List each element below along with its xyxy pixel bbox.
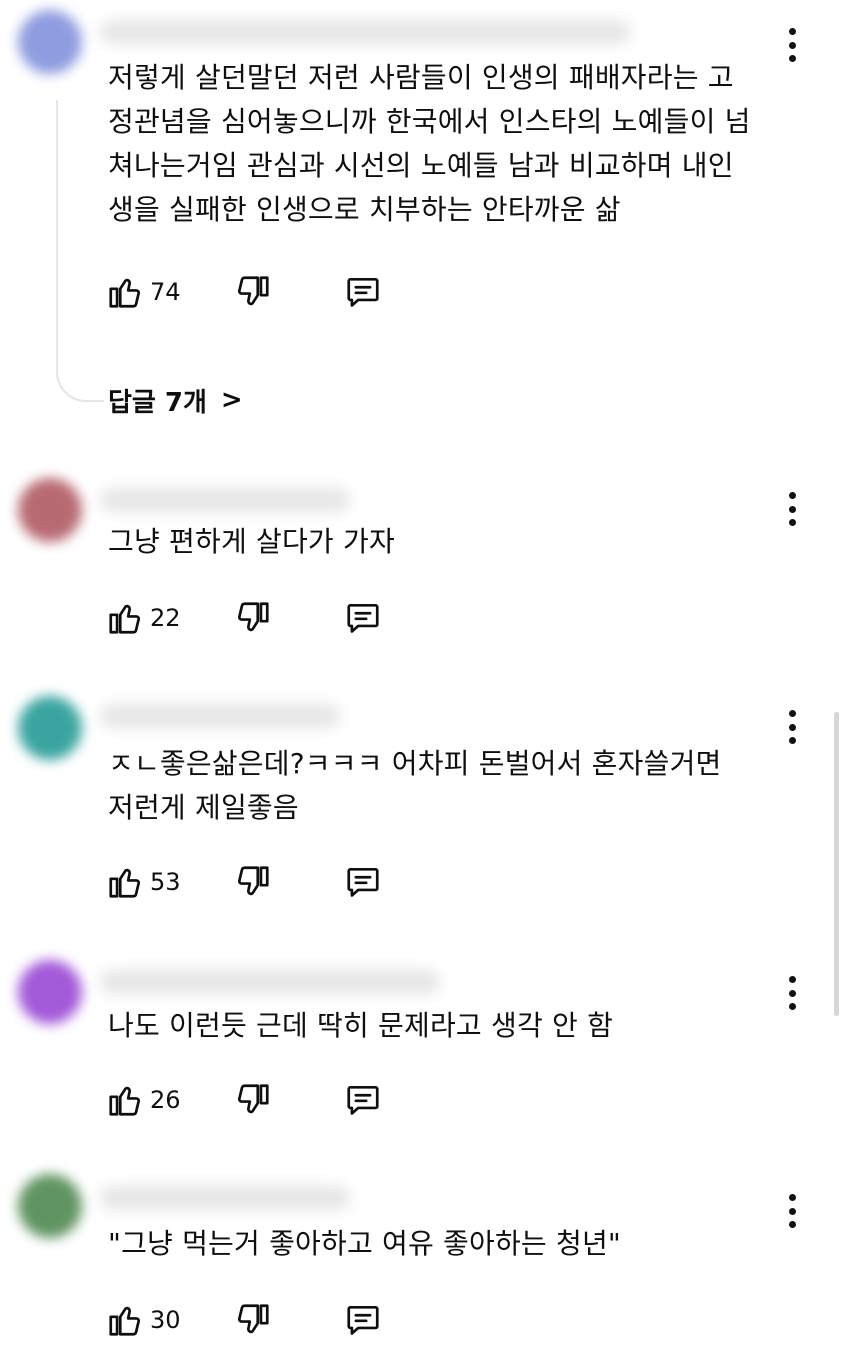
reply-button[interactable]	[344, 1080, 382, 1120]
reply-button[interactable]	[344, 272, 382, 312]
avatar[interactable]	[18, 960, 82, 1024]
comment-icon	[344, 599, 382, 637]
comment-actions: 30	[106, 1300, 406, 1340]
avatar[interactable]	[18, 696, 82, 760]
author-name-blurred	[100, 488, 350, 512]
like-count: 26	[150, 1086, 181, 1114]
author-name-blurred	[100, 970, 440, 994]
reply-button[interactable]	[344, 862, 382, 902]
thumb-up-icon	[106, 1081, 144, 1119]
like-count: 74	[150, 278, 181, 306]
comment-actions: 26	[106, 1080, 406, 1120]
comment-text: "그냥 먹는거 좋아하고 여유 좋아하는 청년"	[108, 1227, 621, 1260]
comment-icon	[344, 273, 382, 311]
thumb-down-icon	[234, 863, 272, 901]
avatar[interactable]	[18, 10, 82, 74]
like-button[interactable]: 26	[106, 1080, 181, 1120]
thumb-up-icon	[106, 1301, 144, 1339]
comment-icon	[344, 1081, 382, 1119]
dislike-button[interactable]	[234, 1080, 272, 1120]
comment-icon	[344, 863, 382, 901]
comment-text: 그냥 편하게 살다가 가자	[108, 525, 395, 558]
dislike-button[interactable]	[234, 1300, 272, 1340]
like-count: 53	[150, 868, 181, 896]
dislike-button[interactable]	[234, 598, 272, 638]
comment-text: 나도 이런듯 근데 딱히 문제라고 생각 안 함	[108, 1009, 614, 1042]
thread-connector-line	[56, 100, 104, 402]
comment-icon	[344, 1301, 382, 1339]
thumb-up-icon	[106, 599, 144, 637]
author-name-blurred	[100, 704, 340, 728]
replies-label: 답글 7개	[108, 387, 207, 418]
reply-button[interactable]	[344, 1300, 382, 1340]
avatar[interactable]	[18, 1174, 82, 1238]
thumb-down-icon	[234, 1081, 272, 1119]
reply-button[interactable]	[344, 598, 382, 638]
like-button[interactable]: 22	[106, 598, 181, 638]
comment-actions: 53	[106, 862, 406, 902]
comment-actions: 74	[106, 272, 406, 312]
thumb-down-icon	[234, 273, 272, 311]
like-button[interactable]: 53	[106, 862, 181, 902]
comment-text: 저렇게 살던말던 저런 사람들이 인생의 패배자라는 고 정관념을 심어놓으니까…	[108, 61, 751, 226]
like-count: 22	[150, 604, 181, 632]
thumb-down-icon	[234, 1301, 272, 1339]
author-name-blurred	[100, 1186, 350, 1210]
chevron-right-icon: >	[220, 385, 243, 415]
comment-text: ㅈㄴ좋은삶은데?ㅋㅋㅋ 어차피 돈벌어서 혼자쓸거면 저런게 제일좋음	[108, 747, 722, 824]
dislike-button[interactable]	[234, 272, 272, 312]
scrollbar[interactable]	[834, 712, 839, 1016]
thumb-up-icon	[106, 273, 144, 311]
view-replies-button[interactable]: 답글 7개 >	[108, 380, 243, 420]
like-count: 30	[150, 1306, 181, 1334]
like-button[interactable]: 30	[106, 1300, 181, 1340]
more-options-icon[interactable]	[778, 710, 806, 744]
avatar[interactable]	[18, 478, 82, 542]
comment-actions: 22	[106, 598, 406, 638]
dislike-button[interactable]	[234, 862, 272, 902]
like-button[interactable]: 74	[106, 272, 181, 312]
author-name-blurred	[100, 20, 630, 44]
thumb-down-icon	[234, 599, 272, 637]
thumb-up-icon	[106, 863, 144, 901]
